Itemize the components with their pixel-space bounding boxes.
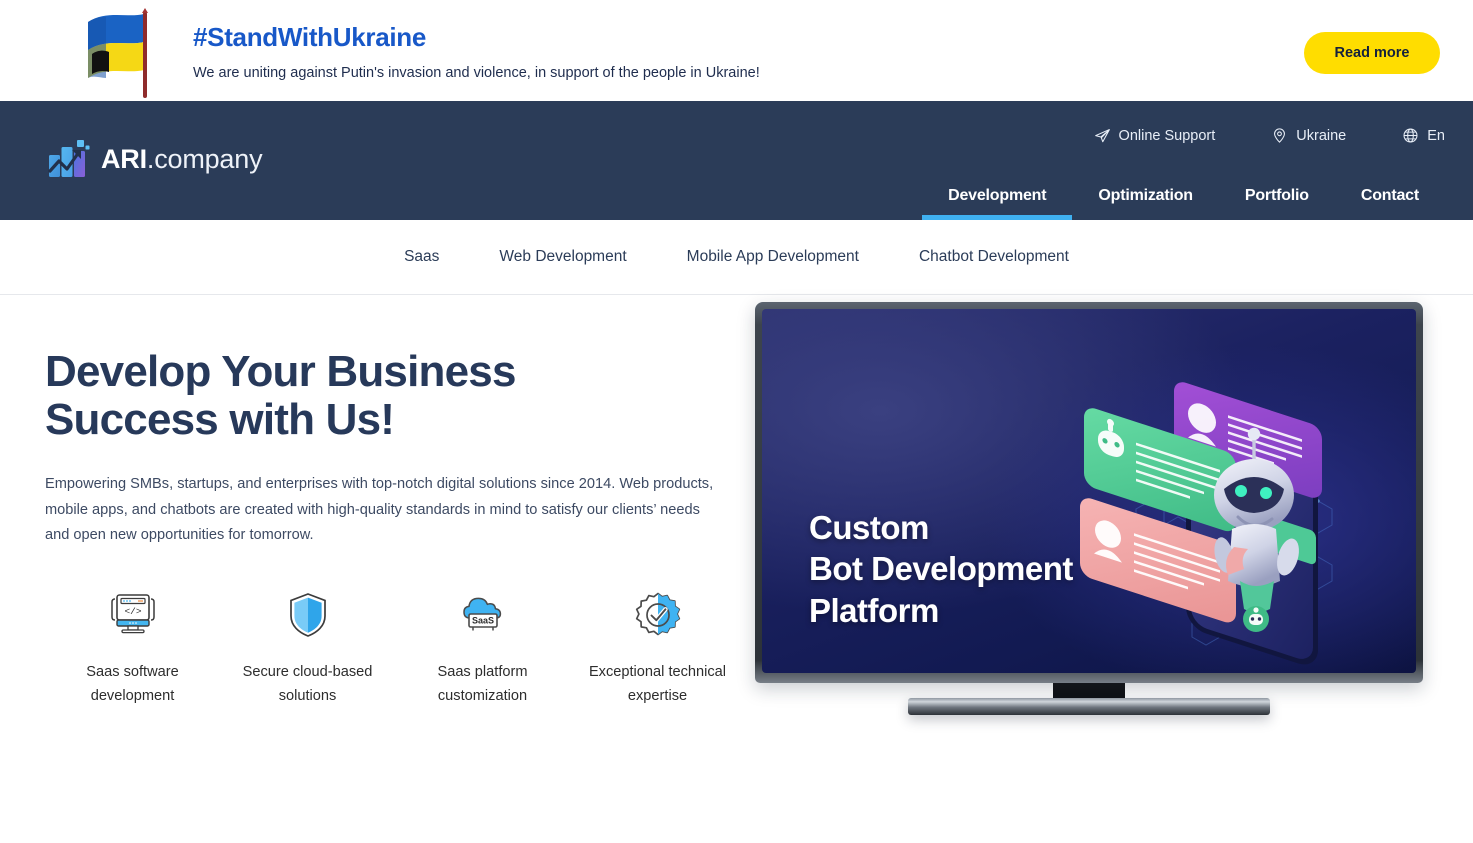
utility-label: Online Support <box>1118 127 1216 144</box>
feature-item-saas-software-development: </> Saas software development <box>45 589 220 708</box>
shield-icon <box>286 589 330 641</box>
tv-screen: Custom Bot Development Platform <box>762 309 1416 673</box>
banner-text-block: #StandWithUkraine We are uniting against… <box>193 22 760 83</box>
tv-headline-line-2: Bot Development <box>809 550 1073 588</box>
subnav-item-saas[interactable]: Saas <box>374 248 469 266</box>
bar-chart-growth-icon <box>48 140 90 177</box>
logo-name-light: .company <box>146 143 263 174</box>
globe-icon <box>1403 128 1418 143</box>
subnav-item-mobile-app-development[interactable]: Mobile App Development <box>657 248 889 266</box>
chatbot-phone-illustration <box>1080 382 1322 665</box>
tv-screen-headline: Custom Bot Development Platform <box>809 507 1073 631</box>
utility-label: En <box>1427 127 1445 144</box>
hero-paragraph: Empowering SMBs, startups, and enterpris… <box>45 475 714 544</box>
utility-language[interactable]: En <box>1402 127 1445 144</box>
paper-plane-icon <box>1094 129 1110 143</box>
feature-list: </> Saas software development Secure clo… <box>45 589 745 708</box>
stand-with-ukraine-banner: #StandWithUkraine We are uniting against… <box>0 0 1473 101</box>
tv-headline-line-3: Platform <box>809 591 939 629</box>
subnav-item-chatbot-development[interactable]: Chatbot Development <box>889 248 1099 266</box>
hero-content: Develop Your Business Success with Us! E… <box>45 295 745 708</box>
feature-item-saas-platform-customization: SaaS Saas platform customization <box>395 589 570 708</box>
gear-check-icon <box>634 589 682 641</box>
svg-text:</>: </> <box>124 606 141 617</box>
nav-item-contact[interactable]: Contact <box>1335 171 1445 220</box>
feature-item-secure-cloud-based-solutions: Secure cloud-based solutions <box>220 589 395 708</box>
cloud-saas-icon: SaaS <box>457 589 509 641</box>
secondary-navigation: Saas Web Development Mobile App Developm… <box>0 220 1473 295</box>
logo-name-bold: ARI <box>101 143 147 174</box>
banner-message: We are uniting against Putin's invasion … <box>193 65 760 82</box>
utility-label: Ukraine <box>1296 127 1347 144</box>
svg-text:SaaS: SaaS <box>471 616 493 626</box>
page-title-line-1: Develop Your Business <box>45 347 516 396</box>
banner-hashtag: #StandWithUkraine <box>193 22 427 52</box>
primary-navigation: Development Optimization Portfolio Conta… <box>922 171 1445 220</box>
hero-section: Develop Your Business Success with Us! E… <box>0 295 1473 843</box>
tv-frame: Custom Bot Development Platform <box>755 302 1423 683</box>
read-more-button[interactable]: Read more <box>1304 32 1440 74</box>
hero-tv-image: Custom Bot Development Platform <box>755 302 1423 715</box>
code-monitor-icon: </> <box>108 589 158 641</box>
utility-region[interactable]: Ukraine <box>1271 127 1346 144</box>
feature-label: Saas software development <box>86 664 179 704</box>
header-utilities: Online Support Ukraine En <box>1094 127 1445 144</box>
site-header: ARI.company Online Support Ukraine En De… <box>0 101 1473 220</box>
page-title-line-2: Success with Us! <box>45 395 395 445</box>
subnav-item-web-development[interactable]: Web Development <box>469 248 656 266</box>
feature-label: Exceptional technical expertise <box>588 664 727 704</box>
feature-label: Saas platform customization <box>437 664 528 704</box>
tv-headline-line-1: Custom <box>809 509 929 546</box>
page-title: Develop Your Business Success with Us! <box>45 347 745 445</box>
logo-wordmark: ARI.company <box>101 143 263 175</box>
site-logo[interactable]: ARI.company <box>48 139 263 179</box>
location-pin-icon <box>1274 128 1286 143</box>
nav-item-development[interactable]: Development <box>922 171 1073 220</box>
utility-online-support[interactable]: Online Support <box>1094 127 1216 144</box>
feature-label: Secure cloud-based solutions <box>242 664 373 704</box>
feature-item-exceptional-technical-expertise: Exceptional technical expertise <box>570 589 745 708</box>
tv-stand-base <box>908 698 1270 715</box>
ukraine-flag-icon <box>88 8 148 98</box>
nav-item-optimization[interactable]: Optimization <box>1072 171 1218 220</box>
nav-item-portfolio[interactable]: Portfolio <box>1219 171 1335 220</box>
